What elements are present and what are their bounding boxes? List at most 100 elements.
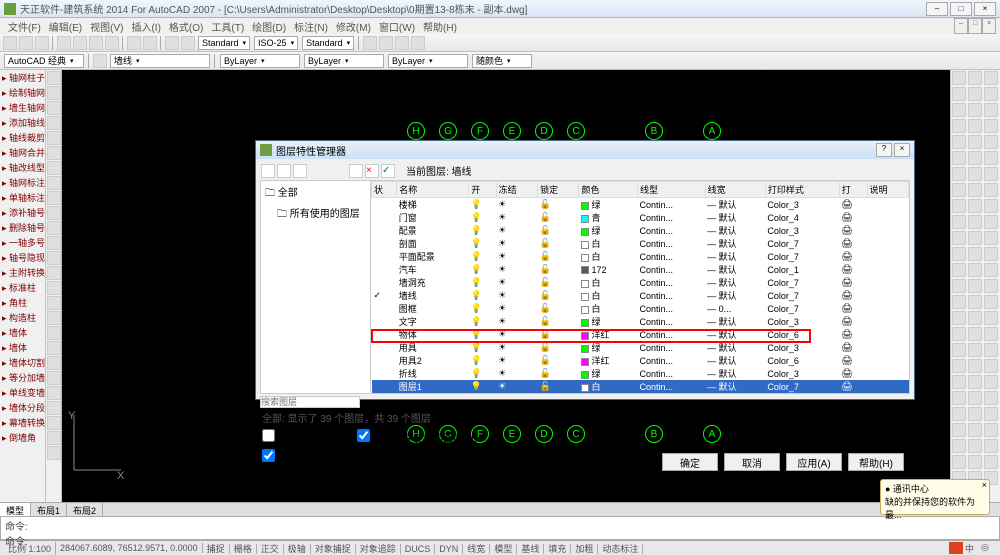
right-tool-4[interactable] (968, 87, 982, 101)
minimize-button[interactable]: – (926, 2, 948, 16)
left-tool-14[interactable]: ▸ 标准柱 (0, 280, 45, 295)
right-tool-42[interactable] (952, 295, 966, 309)
layer-row[interactable]: 楼梯💡☀🔓 绿Contin...— 默认Color_3🖨 (372, 198, 909, 212)
new-group-icon[interactable] (277, 164, 291, 178)
right-tool-27[interactable] (952, 215, 966, 229)
right-tool-13[interactable] (968, 135, 982, 149)
left-tool-7[interactable]: ▸ 轴网标注 (0, 175, 45, 190)
layer-table[interactable]: 状名称开冻结锁定颜色线型线宽打印样式打说明楼梯💡☀🔓 绿Contin...— 默… (371, 181, 909, 393)
invert-filter-check[interactable]: 反转过滤器(I) (262, 429, 337, 445)
right-tool-69[interactable] (952, 439, 966, 453)
menu-format[interactable]: 格式(O) (165, 18, 207, 34)
layer-row[interactable]: 物体💡☀🔓 洋红Contin...— 默认Color_6🖨 (372, 328, 909, 341)
status-mode-2[interactable]: 正交 (257, 544, 284, 554)
draw-tool-19[interactable] (47, 356, 61, 370)
right-tool-39[interactable] (952, 279, 966, 293)
right-tool-31[interactable] (968, 231, 982, 245)
col-header[interactable]: 冻结 (496, 182, 537, 198)
status-mode-6[interactable]: DUCS (401, 544, 436, 554)
right-tool-57[interactable] (952, 375, 966, 389)
close-button[interactable]: × (974, 2, 996, 16)
left-tool-20[interactable]: ▸ 等分加墙 (0, 370, 45, 385)
linetype-combo[interactable]: ByLayer (304, 54, 384, 68)
left-tool-24[interactable]: ▸ 倒墙角 (0, 430, 45, 445)
layer-row[interactable]: 配景💡☀🔓 绿Contin...— 默认Color_3🖨 (372, 224, 909, 237)
menu-modify[interactable]: 修改(M) (332, 18, 375, 34)
right-tool-9[interactable] (952, 119, 966, 133)
draw-tool-22[interactable] (47, 401, 61, 415)
right-tool-17[interactable] (984, 151, 998, 165)
col-header[interactable]: 名称 (397, 182, 469, 198)
left-tool-23[interactable]: ▸ 幕墙转换 (0, 415, 45, 430)
right-tool-14[interactable] (984, 135, 998, 149)
left-tool-12[interactable]: ▸ 轴号隐现 (0, 250, 45, 265)
dialog-titlebar[interactable]: 图层特性管理器 ? × (256, 141, 914, 159)
left-tool-10[interactable]: ▸ 删除轴号 (0, 220, 45, 235)
plotstyle-combo[interactable]: 随颜色 (472, 54, 532, 68)
draw-tool-17[interactable] (47, 326, 61, 340)
pan-icon[interactable] (165, 36, 179, 50)
status-mode-1[interactable]: 栅格 (230, 544, 257, 554)
right-tool-51[interactable] (952, 343, 966, 357)
ok-button[interactable]: 确定 (662, 453, 718, 471)
draw-tool-6[interactable] (47, 161, 61, 175)
tab-layout1[interactable]: 布局1 (31, 503, 67, 516)
right-tool-43[interactable] (968, 295, 982, 309)
status-icon-1[interactable] (949, 542, 963, 554)
doc-close[interactable]: × (982, 18, 996, 34)
left-tool-17[interactable]: ▸ 墙体 (0, 325, 45, 340)
right-tool-35[interactable] (984, 247, 998, 261)
layer-row[interactable]: 墙洞充💡☀🔓 白Contin...— 默认Color_7🖨 (372, 276, 909, 289)
left-tool-9[interactable]: ▸ 添补轴号 (0, 205, 45, 220)
col-header[interactable]: 打印样式 (765, 182, 839, 198)
new-filter-icon[interactable] (261, 164, 275, 178)
apply-button[interactable]: 应用(A) (786, 453, 842, 471)
right-tool-23[interactable] (984, 183, 998, 197)
draw-tool-13[interactable] (47, 266, 61, 280)
right-tool-8[interactable] (984, 103, 998, 117)
layer-row[interactable]: 门窗💡☀🔓 青Contin...— 默认Color_4🖨 (372, 211, 909, 224)
status-mode-13[interactable]: 动态标注 (598, 544, 643, 554)
new-icon[interactable] (3, 36, 17, 50)
right-tool-68[interactable] (984, 423, 998, 437)
layer-row[interactable]: 用具2💡☀🔓 洋红Contin...— 默认Color_6🖨 (372, 354, 909, 367)
menu-help[interactable]: 帮助(H) (419, 18, 461, 34)
right-tool-7[interactable] (968, 103, 982, 117)
right-tool-50[interactable] (984, 327, 998, 341)
col-header[interactable]: 开 (469, 182, 496, 198)
right-tool-15[interactable] (952, 151, 966, 165)
layer-row[interactable]: 图层1💡☀🔓 白Contin...— 默认Color_7🖨 (372, 380, 909, 393)
redo-icon[interactable] (143, 36, 157, 50)
left-tool-1[interactable]: ▸ 绘制轴网 (0, 85, 45, 100)
tab-model[interactable]: 模型 (0, 503, 31, 516)
open-icon[interactable] (19, 36, 33, 50)
right-tool-25[interactable] (968, 199, 982, 213)
left-tool-15[interactable]: ▸ 角柱 (0, 295, 45, 310)
right-tool-22[interactable] (968, 183, 982, 197)
right-tool-55[interactable] (968, 359, 982, 373)
status-mode-4[interactable]: 对象捕捉 (311, 544, 356, 554)
right-tool-74[interactable] (984, 455, 998, 469)
draw-tool-21[interactable] (47, 386, 61, 400)
draw-tool-10[interactable] (47, 221, 61, 235)
right-tool-1[interactable] (968, 71, 982, 85)
right-tool-6[interactable] (952, 103, 966, 117)
right-tool-12[interactable] (952, 135, 966, 149)
right-tool-0[interactable] (952, 71, 966, 85)
set-current-icon[interactable]: ✓ (381, 164, 395, 178)
layer-combo[interactable]: 墙线 (110, 54, 210, 68)
right-tool-3[interactable] (952, 87, 966, 101)
right-tool-24[interactable] (952, 199, 966, 213)
left-tool-5[interactable]: ▸ 轴网合并 (0, 145, 45, 160)
right-tool-16[interactable] (968, 151, 982, 165)
layer-row[interactable]: 文字💡☀🔓 绿Contin...— 默认Color_3🖨 (372, 315, 909, 328)
draw-tool-25[interactable] (47, 446, 61, 460)
workspace-combo[interactable]: AutoCAD 经典 (4, 54, 84, 68)
col-header[interactable]: 状 (372, 182, 397, 198)
draw-tool-8[interactable] (47, 191, 61, 205)
right-tool-32[interactable] (984, 231, 998, 245)
draw-tool-0[interactable] (47, 71, 61, 85)
style2-combo[interactable]: Standard (302, 36, 354, 50)
zoom-icon[interactable] (181, 36, 195, 50)
status-mode-12[interactable]: 加粗 (571, 544, 598, 554)
